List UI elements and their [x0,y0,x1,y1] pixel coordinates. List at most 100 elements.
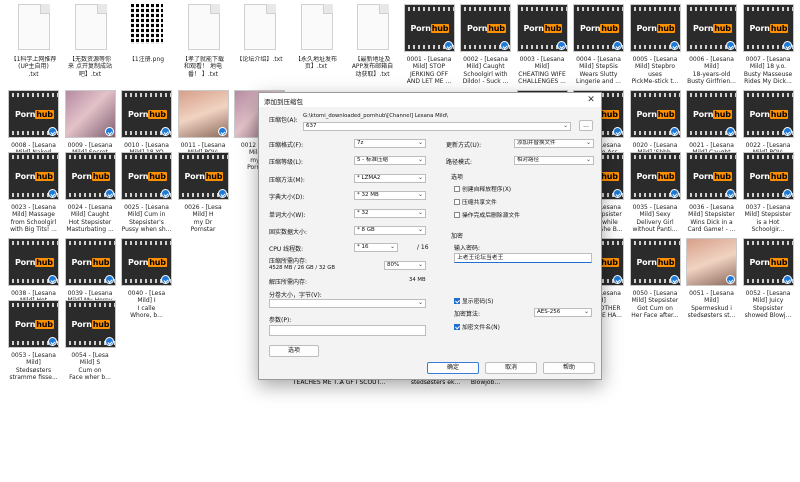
mem-decompress-value: 34 MB [409,277,426,283]
video-thumbnail: Pornhub [403,4,455,52]
level-select[interactable]: 5 - 标准压缩 [354,156,426,165]
format-select[interactable]: 7z [354,139,426,148]
word-size-select[interactable]: * 32 [354,209,426,218]
porn-logo: Pornhub [15,110,54,119]
dictionary-select[interactable]: * 32 MB [354,191,426,200]
video-thumbnail: Pornhub [8,152,59,200]
file-item[interactable]: Pornhub 0050 - [Lesana Mild] Stepsister G… [628,238,683,320]
password-label: 输入密码: [454,245,481,252]
file-item[interactable]: Pornhub 0001 - [Lesana Mild] STOP JERKING… [402,4,457,86]
video-thumbnail: Pornhub [686,4,737,52]
method-label: 压缩方法(M): [269,177,305,184]
file-item[interactable]: 【永久地址发布 页】.txt [289,4,344,86]
film-strip [65,155,115,159]
file-item[interactable]: Pornhub 0026 - [Lesa Mild] H my Dr Pornst… [176,152,231,234]
dialog-titlebar[interactable]: 添加到压缩包 ✕ [259,93,601,107]
show-password-checkbox[interactable]: 显示密码(S) [454,296,493,305]
film-strip [743,155,793,159]
file-item[interactable]: 0051 - [Lesana Mild] Spermeskud i stedsø… [684,238,739,320]
file-item[interactable]: Pornhub 0005 - [Lesana Mild] Stepbro uses… [628,4,683,86]
close-icon[interactable]: ✕ [585,94,597,106]
format-label: 压缩格式(F): [269,142,304,149]
sync-icon [613,275,622,284]
file-item[interactable]: Pornhub 0037 - [Lesana Mild] Stepsister i… [741,152,796,234]
file-item[interactable]: Pornhub 0023 - [Lesana Mild] Massage from… [6,152,61,234]
show-password-checkbox-box[interactable] [454,298,460,304]
text-file-icon [18,4,50,50]
sync-icon [48,275,57,284]
porn-logo: Pornhub [693,24,732,33]
sfx-checkbox[interactable]: 创建自释放程序(X) [454,184,511,193]
file-item[interactable]: Pornhub 0004 - [Lesana Mild] StepSis Wear… [571,4,626,86]
porn-logo: Pornhub [15,258,54,267]
archive-name-input[interactable]: 637 [303,122,571,131]
method-select[interactable]: * LZMA2 [354,174,426,183]
threads-max: / 16 [417,244,429,251]
encrypt-names-checkbox-box[interactable] [454,324,460,330]
video-thumbnail: Pornhub [8,90,59,138]
dialog-title: 添加到压缩包 [264,98,303,106]
threads-select[interactable]: * 16 [354,243,398,252]
video-thumbnail: Pornhub [629,4,681,52]
mem-percent-select[interactable]: 80% [384,261,426,270]
encrypt-names-checkbox[interactable]: 加密文件名(N) [454,322,500,331]
film-strip [178,155,228,159]
delete-after-checkbox-box[interactable] [454,212,460,218]
level-label: 压缩等级(L): [269,159,304,166]
photo-thumbnail [64,90,116,138]
file-item[interactable]: 【1注册.png [119,4,174,86]
file-item[interactable]: Pornhub 0036 - [Lesana Mild] Stepsister W… [684,152,739,234]
encryption-method-select[interactable]: AES-256 [534,308,592,317]
file-item[interactable]: Pornhub 0024 - [Lesana Mild] Caught Hot S… [63,152,118,234]
file-item[interactable]: 【孝了就能下载 和观看！ 地电 番！ 】.txt [176,4,231,86]
sync-icon [613,41,622,50]
file-item[interactable]: Pornhub 0025 - [Lesana Mild] Cum in Steps… [119,152,174,234]
sync-icon [161,275,170,284]
file-name: 0052 - [Lesana Mild] Juicy Stepsister sh… [744,290,792,320]
shared-files-checkbox[interactable]: 压缩共享文件 [454,197,497,206]
file-item[interactable]: 【最新地址及 APP发布邮箱自 动获取】.txt [345,4,400,86]
options-button[interactable]: 选项 [269,345,319,357]
file-name: 【1注册.png [128,56,165,63]
sync-icon [726,127,735,136]
text-file-icon [74,4,107,50]
film-strip [9,93,58,97]
ok-button[interactable]: 确定 [427,362,479,374]
film-strip [743,241,793,245]
add-to-archive-dialog: 添加到压缩包 ✕ 压缩包(A): G:\ktomi_downloaded_por… [258,92,602,380]
update-select[interactable]: 添加并替换文件 [514,139,594,148]
delete-after-checkbox[interactable]: 操作完成后删除源文件 [454,210,520,219]
file-item[interactable]: Pornhub 0006 - [Lesana Mild] 18-years-old… [684,4,739,86]
word-size-label: 单词大小(W): [269,212,306,219]
password-input[interactable]: 上老王论坛当老王 [454,253,592,263]
file-item[interactable]: Pornhub 0035 - [Lesana Mild] Sexy Deliver… [628,152,683,234]
video-thumbnail: Pornhub [742,238,794,286]
file-name: 0003 - [Lesana Mild] CHEATING WIFE CHALL… [518,56,566,86]
file-item[interactable]: Pornhub 0002 - [Lesana Mild] Caught Schoo… [458,4,513,86]
file-item[interactable]: 【无数资源等你 来 点开复制成站 吧】.txt [63,4,118,86]
file-item[interactable]: Pornhub 0052 - [Lesana Mild] Juicy Stepsi… [741,238,796,320]
cancel-button[interactable]: 取消 [485,362,537,374]
file-name: 0054 - [Lesa Mild] S Cum on Face wher b.… [69,352,111,382]
file-name: stedsøsters ek... [410,379,461,386]
path-mode-select[interactable]: 相对路径 [514,156,594,165]
split-size-select[interactable] [269,299,426,308]
file-name: 0026 - [Lesa Mild] H my Dr Pornstar [184,204,222,234]
sfx-checkbox-box[interactable] [454,186,460,192]
file-item[interactable]: Pornhub 0040 - [Lesa Mild] I I calle Whor… [119,238,174,320]
file-item[interactable]: 【1科学上网推荐 (UP主自用) .txt [6,4,61,86]
sync-icon [161,127,170,136]
sync-icon [500,41,509,50]
video-thumbnail: Pornhub [629,238,681,286]
params-input[interactable] [269,325,426,336]
browse-button[interactable]: ... [579,120,593,131]
file-item[interactable]: Pornhub 0054 - [Lesa Mild] S Cum on Face … [63,300,118,382]
file-name: 0002 - [Lesana Mild] Caught Schoolgirl w… [462,56,509,86]
file-item[interactable]: Pornhub 0053 - [Lesana Mild] Stedsøsters … [6,300,61,382]
solid-block-select[interactable]: * 8 GB [354,226,426,235]
help-button[interactable]: 帮助 [543,362,595,374]
shared-files-checkbox-box[interactable] [454,199,460,205]
file-item[interactable]: Pornhub 0003 - [Lesana Mild] CHEATING WIF… [515,4,570,86]
file-item[interactable]: 【论坛介绍】.txt [232,4,287,86]
file-item[interactable]: Pornhub 0007 - [Lesana Mild] 18 y.o. Bust… [741,4,796,86]
